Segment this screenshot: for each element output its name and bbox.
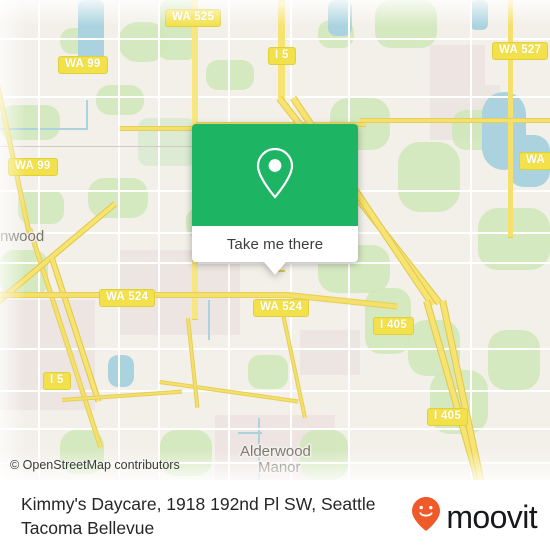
park-area	[206, 60, 254, 90]
take-me-there-label: Take me there	[226, 235, 324, 253]
location-title: Kimmy's Daycare, 1918 192nd Pl SW, Seatt…	[21, 492, 391, 540]
street	[470, 0, 472, 480]
landuse-commercial	[430, 45, 485, 85]
park-area	[248, 355, 288, 389]
park-area	[398, 142, 460, 212]
road-shield-wa[interactable]: WA	[519, 152, 550, 170]
highway-connector	[120, 126, 200, 131]
stream	[238, 432, 262, 434]
park-area	[488, 330, 540, 390]
stream	[208, 300, 210, 340]
destination-callout[interactable]: Take me there	[192, 124, 358, 275]
park-area	[118, 22, 168, 62]
road-shield-i5[interactable]: I 5	[268, 47, 296, 65]
take-me-there-button[interactable]: Take me there	[192, 226, 358, 262]
street	[0, 96, 550, 98]
water-body	[78, 0, 104, 62]
road-shield-i405[interactable]: I 405	[427, 408, 469, 426]
street	[158, 0, 160, 480]
moovit-pin-icon	[411, 496, 441, 537]
highway-connector	[360, 118, 550, 123]
location-title-line2: Tacoma Bellevue	[21, 518, 155, 538]
road-shield-wa99[interactable]: WA 99	[58, 56, 108, 74]
moovit-logo[interactable]: moovit	[411, 496, 538, 537]
map-pin-icon	[253, 146, 297, 205]
footer-bar: Kimmy's Daycare, 1918 192nd Pl SW, Seatt…	[0, 480, 550, 550]
highway-wa527	[508, 0, 513, 120]
road-shield-wa525[interactable]: WA 525	[165, 9, 222, 27]
place-label-manor: Manor	[258, 459, 301, 476]
highway-wa525	[192, 260, 198, 320]
place-label-lynnwood: nwood	[0, 228, 45, 245]
map-screenshot: nwood Alderwood Manor WA 525 I 5 WA 527 …	[0, 0, 550, 550]
street	[118, 0, 120, 480]
osm-attribution[interactable]: © OpenStreetMap contributors	[10, 458, 180, 472]
callout-header	[192, 124, 358, 226]
moovit-wordmark: moovit	[446, 498, 537, 535]
location-title-line1: Kimmy's Daycare, 1918 192nd Pl SW, Seatt…	[21, 494, 376, 514]
road-shield-i405[interactable]: I 405	[373, 317, 415, 335]
landuse-residential	[300, 330, 360, 375]
callout-pointer	[264, 262, 286, 275]
street	[0, 38, 550, 40]
road-shield-wa524[interactable]: WA 524	[99, 289, 156, 307]
water-body	[470, 0, 488, 30]
water-body	[108, 355, 134, 387]
park-area	[478, 208, 550, 270]
highway-wa527	[508, 118, 513, 238]
road-shield-wa524[interactable]: WA 524	[253, 299, 310, 317]
road-shield-i5[interactable]: I 5	[43, 372, 71, 390]
stream	[86, 100, 88, 130]
place-label-alderwood: Alderwood	[240, 443, 311, 460]
stream	[0, 128, 88, 130]
road-shield-wa99[interactable]: WA 99	[8, 158, 58, 176]
road-shield-wa527[interactable]: WA 527	[492, 42, 549, 60]
park-area	[375, 0, 437, 48]
park-area	[96, 85, 144, 115]
